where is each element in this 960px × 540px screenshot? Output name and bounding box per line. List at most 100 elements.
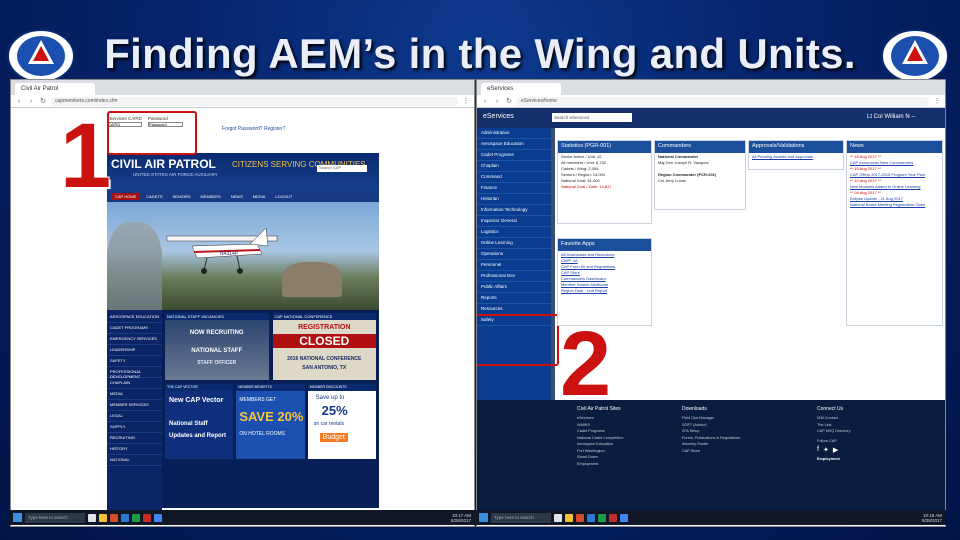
approvals-link[interactable]: All Pending Awards and Approvals [749, 153, 843, 159]
menu-item[interactable]: Administration [477, 128, 551, 139]
menu-item[interactable]: Professional Dev [477, 271, 551, 282]
hotel-discount-ad[interactable]: MEMBER BENEFITS MEMBERS GET SAVE 20% ON … [236, 384, 305, 459]
footer-link[interactable]: Employment [817, 457, 850, 461]
browser-tab-eservices[interactable]: eServices [481, 83, 561, 95]
nav-cap-home[interactable]: CAP HOME [111, 193, 141, 200]
menu-item[interactable]: Inspector General [477, 216, 551, 227]
forward-icon[interactable]: › [27, 98, 35, 105]
acrobat-icon[interactable] [609, 513, 617, 522]
menu-item[interactable]: Chaplain [477, 161, 551, 172]
footer-link[interactable]: eServices [577, 416, 623, 420]
task-view-icon[interactable] [88, 513, 96, 522]
news-link[interactable]: National Board Meeting Registration Open [847, 201, 942, 207]
menu-icon[interactable]: ⋮ [933, 97, 941, 105]
footer-link[interactable]: Attorney Roster [682, 442, 740, 446]
side-menu-item[interactable]: CADET PROGRAMS [107, 323, 162, 334]
staff-vacancies-panel[interactable]: NATIONAL STAFF VACANCIES NOW RECRUITING … [165, 313, 269, 380]
outlook-icon[interactable] [121, 513, 129, 522]
eservices-logo[interactable]: eServices [483, 113, 514, 120]
twitter-icon[interactable]: ✦ [823, 446, 829, 454]
menu-item[interactable]: Personnel [477, 260, 551, 271]
file-explorer-icon[interactable] [565, 513, 573, 522]
menu-item-reports[interactable]: Reports [477, 293, 551, 304]
nav-logout[interactable]: LOGOUT [271, 193, 296, 200]
menu-icon[interactable]: ⋮ [462, 97, 470, 105]
user-name[interactable]: Lt Col William N -- [867, 114, 915, 120]
footer-link[interactable]: CAP Store [682, 449, 740, 453]
office-icon[interactable] [110, 513, 118, 522]
reload-icon[interactable]: ↻ [505, 97, 513, 105]
footer-link[interactable]: Stand Down [577, 455, 623, 459]
footer-link[interactable]: Cadet Programs [577, 429, 623, 433]
conference-panel[interactable]: CAP NATIONAL CONFERENCE REGISTRATION CLO… [272, 313, 376, 380]
side-menu-item[interactable]: NATIONAL [107, 455, 162, 466]
side-menu-item[interactable]: SUPPLY [107, 422, 162, 433]
side-menu-item[interactable]: HISTORY [107, 444, 162, 455]
side-menu-item[interactable]: LEADERSHIP [107, 345, 162, 356]
url-field[interactable]: capmembers.com/index.cfm [51, 96, 458, 106]
back-icon[interactable]: ‹ [481, 98, 489, 105]
browser-tab-cap[interactable]: Civil Air Patrol [15, 83, 95, 95]
car-rental-ad[interactable]: MEMBER DISCOUNTS Save up to 25% on car r… [307, 384, 376, 459]
eservices-search-input[interactable]: Search eServices [552, 113, 632, 122]
chrome-icon[interactable] [154, 513, 162, 522]
acrobat-icon[interactable] [143, 513, 151, 522]
taskbar-search[interactable]: Type here to search [25, 512, 85, 523]
menu-item[interactable]: Online Learning [477, 238, 551, 249]
task-view-icon[interactable] [554, 513, 562, 522]
menu-item[interactable]: Aerospace Education [477, 139, 551, 150]
side-menu-item[interactable]: PROFESSIONAL DEVELOPMENT [107, 367, 162, 379]
cap-vector-ad[interactable]: THE CAP VECTOR New CAP Vector National S… [165, 384, 234, 459]
footer-link[interactable]: Aerospace Education [577, 442, 623, 446]
menu-item[interactable]: Cadet Programs [477, 150, 551, 161]
app-link[interactable]: Region Data - Unit Report [558, 287, 651, 293]
nav-seniors[interactable]: SENIORS [169, 193, 195, 200]
footer-link[interactable]: National Cadet Competition [577, 436, 623, 440]
windows-start-icon[interactable] [13, 513, 22, 522]
side-menu-item[interactable]: MEDIA [107, 389, 162, 400]
chrome-icon[interactable] [620, 513, 628, 522]
cap-search-input[interactable]: Search CAP [317, 165, 367, 172]
side-menu-item[interactable]: CHAPLAIN [107, 378, 162, 389]
excel-icon[interactable] [132, 513, 140, 522]
reload-icon[interactable]: ↻ [39, 97, 47, 105]
menu-item[interactable]: Command [477, 172, 551, 183]
nav-media[interactable]: MEDIA [249, 193, 270, 200]
footer-link[interactable]: ISM Contact [817, 416, 850, 420]
url-field[interactable]: eServices/home [517, 96, 929, 106]
nav-cadets[interactable]: CADETS [142, 193, 166, 200]
footer-link[interactable]: Forms, Publications & Regulations [682, 436, 740, 440]
footer-link[interactable]: Employment [577, 462, 623, 466]
youtube-icon[interactable]: ▶ [833, 446, 838, 454]
nav-members[interactable]: MEMBERS [197, 193, 225, 200]
menu-item[interactable]: Operations [477, 249, 551, 260]
cap-logo[interactable]: CIVIL AIR PATROL [111, 157, 216, 171]
nav-news[interactable]: NEWS [227, 193, 247, 200]
login-links[interactable]: Forgot Password? Register? [222, 126, 285, 132]
excel-icon[interactable] [598, 513, 606, 522]
facebook-icon[interactable]: f [817, 446, 819, 454]
footer-link[interactable]: WMIRS [577, 423, 623, 427]
side-menu-item[interactable]: SAFETY [107, 356, 162, 367]
menu-item[interactable]: Finance [477, 183, 551, 194]
outlook-icon[interactable] [587, 513, 595, 522]
menu-item-public-affairs[interactable]: Public Affairs [477, 282, 551, 293]
file-explorer-icon[interactable] [99, 513, 107, 522]
footer-link[interactable]: Fort Washington [577, 449, 623, 453]
taskbar-search[interactable]: Type here to search [491, 512, 551, 523]
forward-icon[interactable]: › [493, 98, 501, 105]
back-icon[interactable]: ‹ [15, 98, 23, 105]
footer-link[interactable]: SOFT (Adobe) [682, 423, 740, 427]
menu-item[interactable]: Logistics [477, 227, 551, 238]
side-menu-item[interactable]: RECRUITING [107, 433, 162, 444]
office-icon[interactable] [576, 513, 584, 522]
side-menu-item[interactable]: AEROSPACE EDUCATION [107, 312, 162, 323]
footer-link[interactable]: Field Ops Manager [682, 416, 740, 420]
footer-link[interactable]: 2FA Setup [682, 429, 740, 433]
windows-start-icon[interactable] [479, 513, 488, 522]
footer-link[interactable]: Follow CAP [817, 439, 850, 443]
side-menu-item[interactable]: LEGAL [107, 411, 162, 422]
side-menu-item[interactable]: MEMBER SERVICES [107, 400, 162, 411]
side-menu-item[interactable]: EMERGENCY SERVICES [107, 334, 162, 345]
footer-link[interactable]: CAP NHQ Directory [817, 429, 850, 433]
